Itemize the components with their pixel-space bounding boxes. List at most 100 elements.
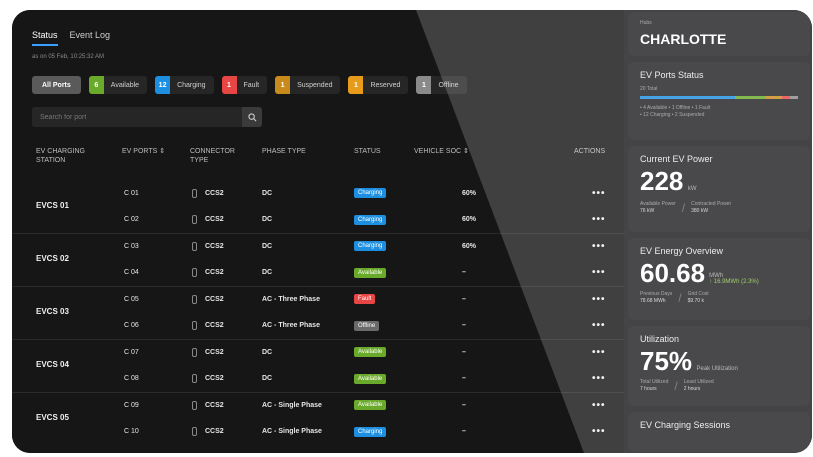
search-icon[interactable]: [242, 107, 262, 127]
row-actions[interactable]: •••: [592, 207, 606, 233]
soc-text: –: [462, 428, 466, 435]
plug-icon: [192, 400, 197, 410]
energy-delta: ↑ 16.9MWh (2.3%): [709, 279, 759, 285]
least-utilized-label: Least Utilized: [683, 379, 714, 385]
phase-text: DC: [262, 348, 273, 356]
header-phase: Phase Type: [262, 148, 306, 155]
filter-suspended[interactable]: 1 Suspended: [275, 76, 341, 94]
header-station: EV Charging Station: [36, 148, 86, 164]
vehicle-soc: –: [462, 392, 466, 418]
status-badge: Available: [354, 347, 387, 357]
ports-legend-1: • 4 Available • 1 Offline • 1 Fault: [640, 105, 711, 111]
status-badge: Available: [354, 373, 387, 384]
filter-all-ports[interactable]: All Ports: [32, 76, 81, 94]
header-ports[interactable]: EV Ports ⇕: [122, 147, 165, 156]
filter-label: Available: [110, 81, 140, 89]
filter-fault[interactable]: 1 Fault: [221, 76, 268, 94]
plug-icon: [192, 427, 197, 436]
header-soc[interactable]: Vehicle SOC ⇕: [414, 147, 469, 156]
tab-event-log[interactable]: Event Log: [70, 30, 111, 46]
available-power-label: Available Power: [640, 201, 676, 207]
filter-count: 1: [221, 76, 237, 94]
filter-offline[interactable]: 1 Offline: [416, 76, 467, 94]
more-actions-icon[interactable]: •••: [592, 214, 606, 225]
tab-bar: Status Event Log: [32, 30, 110, 46]
phase-text: DC: [262, 375, 273, 382]
connector-type: CCS2: [192, 366, 224, 392]
charging-sessions-card: EV Charging Sessions: [628, 412, 810, 452]
phase-text: DC: [262, 242, 273, 250]
more-actions-icon[interactable]: •••: [592, 294, 606, 305]
connector-type: CCS2: [192, 313, 224, 339]
connector-text: CCS2: [205, 295, 224, 303]
grid-cost-value: $9.70 k: [687, 298, 704, 304]
station-name: EVCS 04: [36, 359, 69, 369]
filter-reserved[interactable]: 1 Reserved: [348, 76, 409, 94]
plug-icon: [192, 347, 197, 357]
status-cell: Available: [354, 339, 387, 365]
station-name: EVCS 01: [36, 200, 69, 210]
soc-text: –: [462, 269, 466, 276]
card-title: Utilization: [640, 334, 680, 344]
row-actions[interactable]: •••: [592, 313, 606, 339]
phase-text: DC: [262, 189, 273, 197]
row-actions[interactable]: •••: [592, 392, 606, 418]
port-id: C 06: [124, 313, 139, 339]
more-actions-icon[interactable]: •••: [592, 400, 606, 411]
power-unit: kW: [687, 186, 697, 192]
filter-label: Reserved: [370, 81, 401, 89]
vehicle-soc: 60%: [462, 180, 476, 206]
vehicle-soc: –: [462, 419, 466, 445]
connector-text: CCS2: [205, 348, 224, 356]
status-cell: Available: [354, 366, 387, 392]
phase-type: DC: [262, 207, 272, 233]
row-actions[interactable]: •••: [592, 233, 606, 259]
connector-type: CCS2: [192, 207, 224, 233]
main-panel: Status Event Log as on 05 Feb, 10:25:32 …: [12, 10, 624, 453]
filter-available[interactable]: 6 Available: [88, 76, 148, 94]
search-input[interactable]: [32, 113, 242, 121]
site-card[interactable]: Hubs CHARLOTTE: [628, 12, 810, 56]
status-cell: Charging: [354, 180, 387, 206]
more-actions-icon[interactable]: •••: [592, 241, 606, 252]
filter-charging[interactable]: 12 Charging: [155, 76, 214, 94]
tab-status[interactable]: Status: [32, 30, 58, 46]
more-actions-icon[interactable]: •••: [592, 188, 606, 199]
card-title: Current EV Power: [640, 154, 713, 164]
status-cell: Fault: [354, 286, 376, 312]
status-badge: Available: [354, 267, 387, 278]
station-name: EVCS 05: [36, 412, 69, 422]
ports-status-bar: [640, 96, 798, 99]
connector-text: CCS2: [205, 269, 224, 276]
row-actions[interactable]: •••: [592, 339, 606, 365]
total-utilized-value: 7 hours: [640, 386, 657, 392]
ports-legend-2: • 12 Charging • 2 Suspended: [640, 112, 705, 118]
filter-count: 1: [348, 76, 364, 94]
port-id: C 08: [124, 366, 139, 392]
status-filters: All Ports 6 Available 12 Charging 1 Fault 1…: [32, 76, 467, 94]
phase-text: DC: [262, 269, 273, 276]
row-actions[interactable]: •••: [592, 366, 606, 392]
row-actions[interactable]: •••: [592, 419, 606, 445]
port-id: C 10: [124, 419, 139, 445]
more-actions-icon[interactable]: •••: [592, 373, 606, 384]
more-actions-icon[interactable]: •••: [592, 320, 606, 331]
table-row: C 07 CCS2 DC Available – •••: [12, 339, 624, 365]
more-actions-icon[interactable]: •••: [592, 426, 606, 437]
port-id-text: C 08: [124, 375, 139, 382]
status-badge: Charging: [354, 214, 387, 225]
status-badge: Fault: [354, 294, 376, 304]
more-actions-icon[interactable]: •••: [592, 347, 606, 358]
contracted-power-label: Contracted Power: [691, 201, 732, 207]
phase-type: DC: [262, 339, 272, 365]
phase-type: DC: [262, 260, 272, 286]
connector-type: CCS2: [192, 180, 224, 206]
row-actions[interactable]: •••: [592, 180, 606, 206]
port-id-text: C 01: [124, 189, 139, 197]
plug-icon: [192, 294, 197, 304]
row-actions[interactable]: •••: [592, 286, 606, 312]
row-actions[interactable]: •••: [592, 260, 606, 286]
port-id-text: C 10: [124, 428, 139, 435]
table-header: EV Charging Station EV Ports ⇕ Connector…: [12, 147, 624, 177]
more-actions-icon[interactable]: •••: [592, 267, 606, 278]
